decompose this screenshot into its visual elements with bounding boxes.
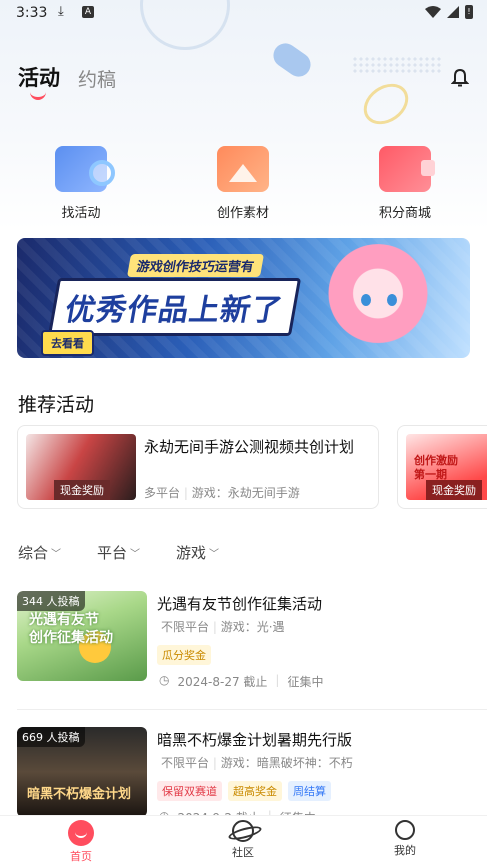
activity-tags: 保留双赛道 超高奖金 周结算 — [157, 781, 331, 801]
activity-title: 暗黑不朽爆金计划暑期先行版 — [157, 731, 353, 749]
thumbnail-title: 暗黑不朽爆金计划 — [27, 787, 132, 802]
user-icon — [395, 820, 415, 840]
nav-home[interactable]: 首页 — [41, 820, 121, 864]
notification-a-icon: A — [82, 6, 94, 18]
submission-count: 669 人投稿 — [17, 727, 85, 747]
wifi-icon — [425, 6, 441, 18]
divider — [17, 709, 487, 710]
activity-title: 光遇有友节创作征集活动 — [157, 595, 323, 613]
activity-thumbnail: 光遇有友节 创作征集活动 344 人投稿 — [17, 591, 147, 681]
activity-footer: ◷ 2024-8-27 截止 | 征集中 — [159, 673, 324, 689]
bell-icon[interactable] — [451, 68, 469, 88]
planet-icon — [232, 820, 254, 842]
bottom-navigation: 首页 社区 我的 — [0, 815, 487, 865]
recommend-card-title: 永劫无间手游公测视频共创计划 — [144, 438, 355, 456]
thumbnail-title: 光遇有友节 创作征集活动 — [29, 612, 113, 646]
status-bar: 3:33 ⤓ A ! — [0, 0, 487, 28]
recommend-card-thumbnail: 现金奖励 — [26, 434, 136, 500]
battery-icon: ! — [465, 5, 473, 19]
activity-tag: 保留双赛道 — [157, 781, 222, 801]
activity-thumbnail: 暗黑不朽爆金计划 669 人投稿 — [17, 727, 147, 817]
promo-banner[interactable]: 游戏创作技巧运营有 优秀作品上新了 去看看 — [17, 238, 470, 358]
activity-platform: 不限平台 — [161, 620, 210, 634]
banner-title: 优秀作品上新了 — [47, 278, 302, 336]
recommend-card-game: 游戏：永劫无间手游 — [191, 486, 300, 500]
banner-character-eye — [361, 294, 371, 306]
activity-platform: 不限平台 — [161, 756, 210, 770]
chevron-down-icon: ﹀ — [51, 549, 62, 560]
reward-tag: 现金奖励 — [426, 480, 482, 500]
banner-cta-button[interactable]: 去看看 — [41, 330, 94, 356]
nav-community[interactable]: 社区 — [203, 820, 283, 860]
filter-overall[interactable]: 综合 ﹀ — [18, 542, 61, 563]
clock-icon: ◷ — [159, 673, 170, 687]
activity-game: 游戏：暗黑破坏神：不朽 — [220, 756, 353, 770]
recommend-section-title: 推荐活动 — [18, 394, 95, 416]
filter-bar: 综合 ﹀ 平台 ﹀ 游戏 ﹀ — [18, 542, 219, 563]
quick-find-activity[interactable]: 找活动 — [26, 138, 136, 221]
activity-meta: 不限平台 | 游戏：光·遇 — [161, 620, 285, 634]
recommend-carousel[interactable]: 现金奖励 永劫无间手游公测视频共创计划 多平台 | 游戏：永劫无间手游 创作激励… — [17, 425, 487, 509]
activity-tag: 超高奖金 — [228, 781, 282, 801]
banner-subtitle: 游戏创作技巧运营有 — [126, 254, 265, 277]
filter-overall-label: 综合 — [18, 544, 49, 562]
filter-platform-label: 平台 — [97, 544, 128, 562]
top-tabs: 活动 约稿 — [18, 62, 116, 100]
tab-commission[interactable]: 约稿 — [78, 65, 116, 92]
recommend-card[interactable]: 创作激励 第一期 现金奖励 — [397, 425, 487, 509]
banner-character-illustration — [323, 244, 433, 354]
activity-game: 游戏：光·遇 — [220, 620, 285, 634]
decorative-dots — [352, 56, 442, 74]
quick-creative-material[interactable]: 创作素材 — [188, 138, 298, 221]
activity-status: 征集中 — [287, 675, 324, 689]
submission-count: 344 人投稿 — [17, 591, 85, 611]
nav-me[interactable]: 我的 — [365, 820, 445, 858]
quick-find-activity-label: 找活动 — [61, 206, 101, 221]
quick-points-mall[interactable]: 积分商城 — [350, 138, 460, 221]
image-material-icon — [217, 146, 269, 192]
recommend-card-meta: 多平台 | 游戏：永劫无间手游 — [144, 486, 300, 500]
nav-me-label: 我的 — [394, 844, 416, 857]
reward-tag: 现金奖励 — [54, 480, 110, 500]
activity-deadline: 2024-8-27 截止 — [177, 675, 268, 689]
quick-actions: 找活动 创作素材 积分商城 — [0, 138, 487, 228]
wallet-icon — [379, 146, 435, 192]
recommend-card-platform: 多平台 — [144, 486, 181, 500]
chevron-down-icon: ﹀ — [209, 549, 220, 560]
list-item[interactable]: 光遇有友节 创作征集活动 344 人投稿 光遇有友节创作征集活动 不限平台 | … — [17, 591, 487, 711]
activity-tag: 周结算 — [288, 781, 331, 801]
nav-home-label: 首页 — [70, 850, 92, 863]
download-icon: ⤓ — [58, 4, 64, 19]
activity-meta: 不限平台 | 游戏：暗黑破坏神：不朽 — [161, 756, 353, 770]
activity-tag: 瓜分奖金 — [157, 645, 211, 665]
tab-activity[interactable]: 活动 — [18, 62, 60, 100]
banner-character-eye — [387, 294, 397, 306]
quick-creative-material-label: 创作素材 — [216, 206, 269, 221]
recommend-card-headline: 创作激励 第一期 — [414, 454, 458, 481]
filter-game[interactable]: 游戏 ﹀ — [176, 542, 219, 563]
signal-icon — [447, 6, 459, 18]
activity-tags: 瓜分奖金 — [157, 645, 211, 665]
tab-activity-label: 活动 — [18, 66, 60, 90]
quick-points-mall-label: 积分商城 — [378, 206, 431, 221]
chevron-down-icon: ﹀ — [130, 549, 141, 560]
nav-community-label: 社区 — [232, 846, 254, 859]
status-time: 3:33 — [16, 5, 48, 21]
home-icon — [68, 820, 94, 846]
filter-game-label: 游戏 — [176, 544, 207, 562]
find-activity-icon — [55, 146, 115, 192]
filter-platform[interactable]: 平台 ﹀ — [97, 542, 140, 563]
recommend-card[interactable]: 现金奖励 永劫无间手游公测视频共创计划 多平台 | 游戏：永劫无间手游 — [17, 425, 379, 509]
